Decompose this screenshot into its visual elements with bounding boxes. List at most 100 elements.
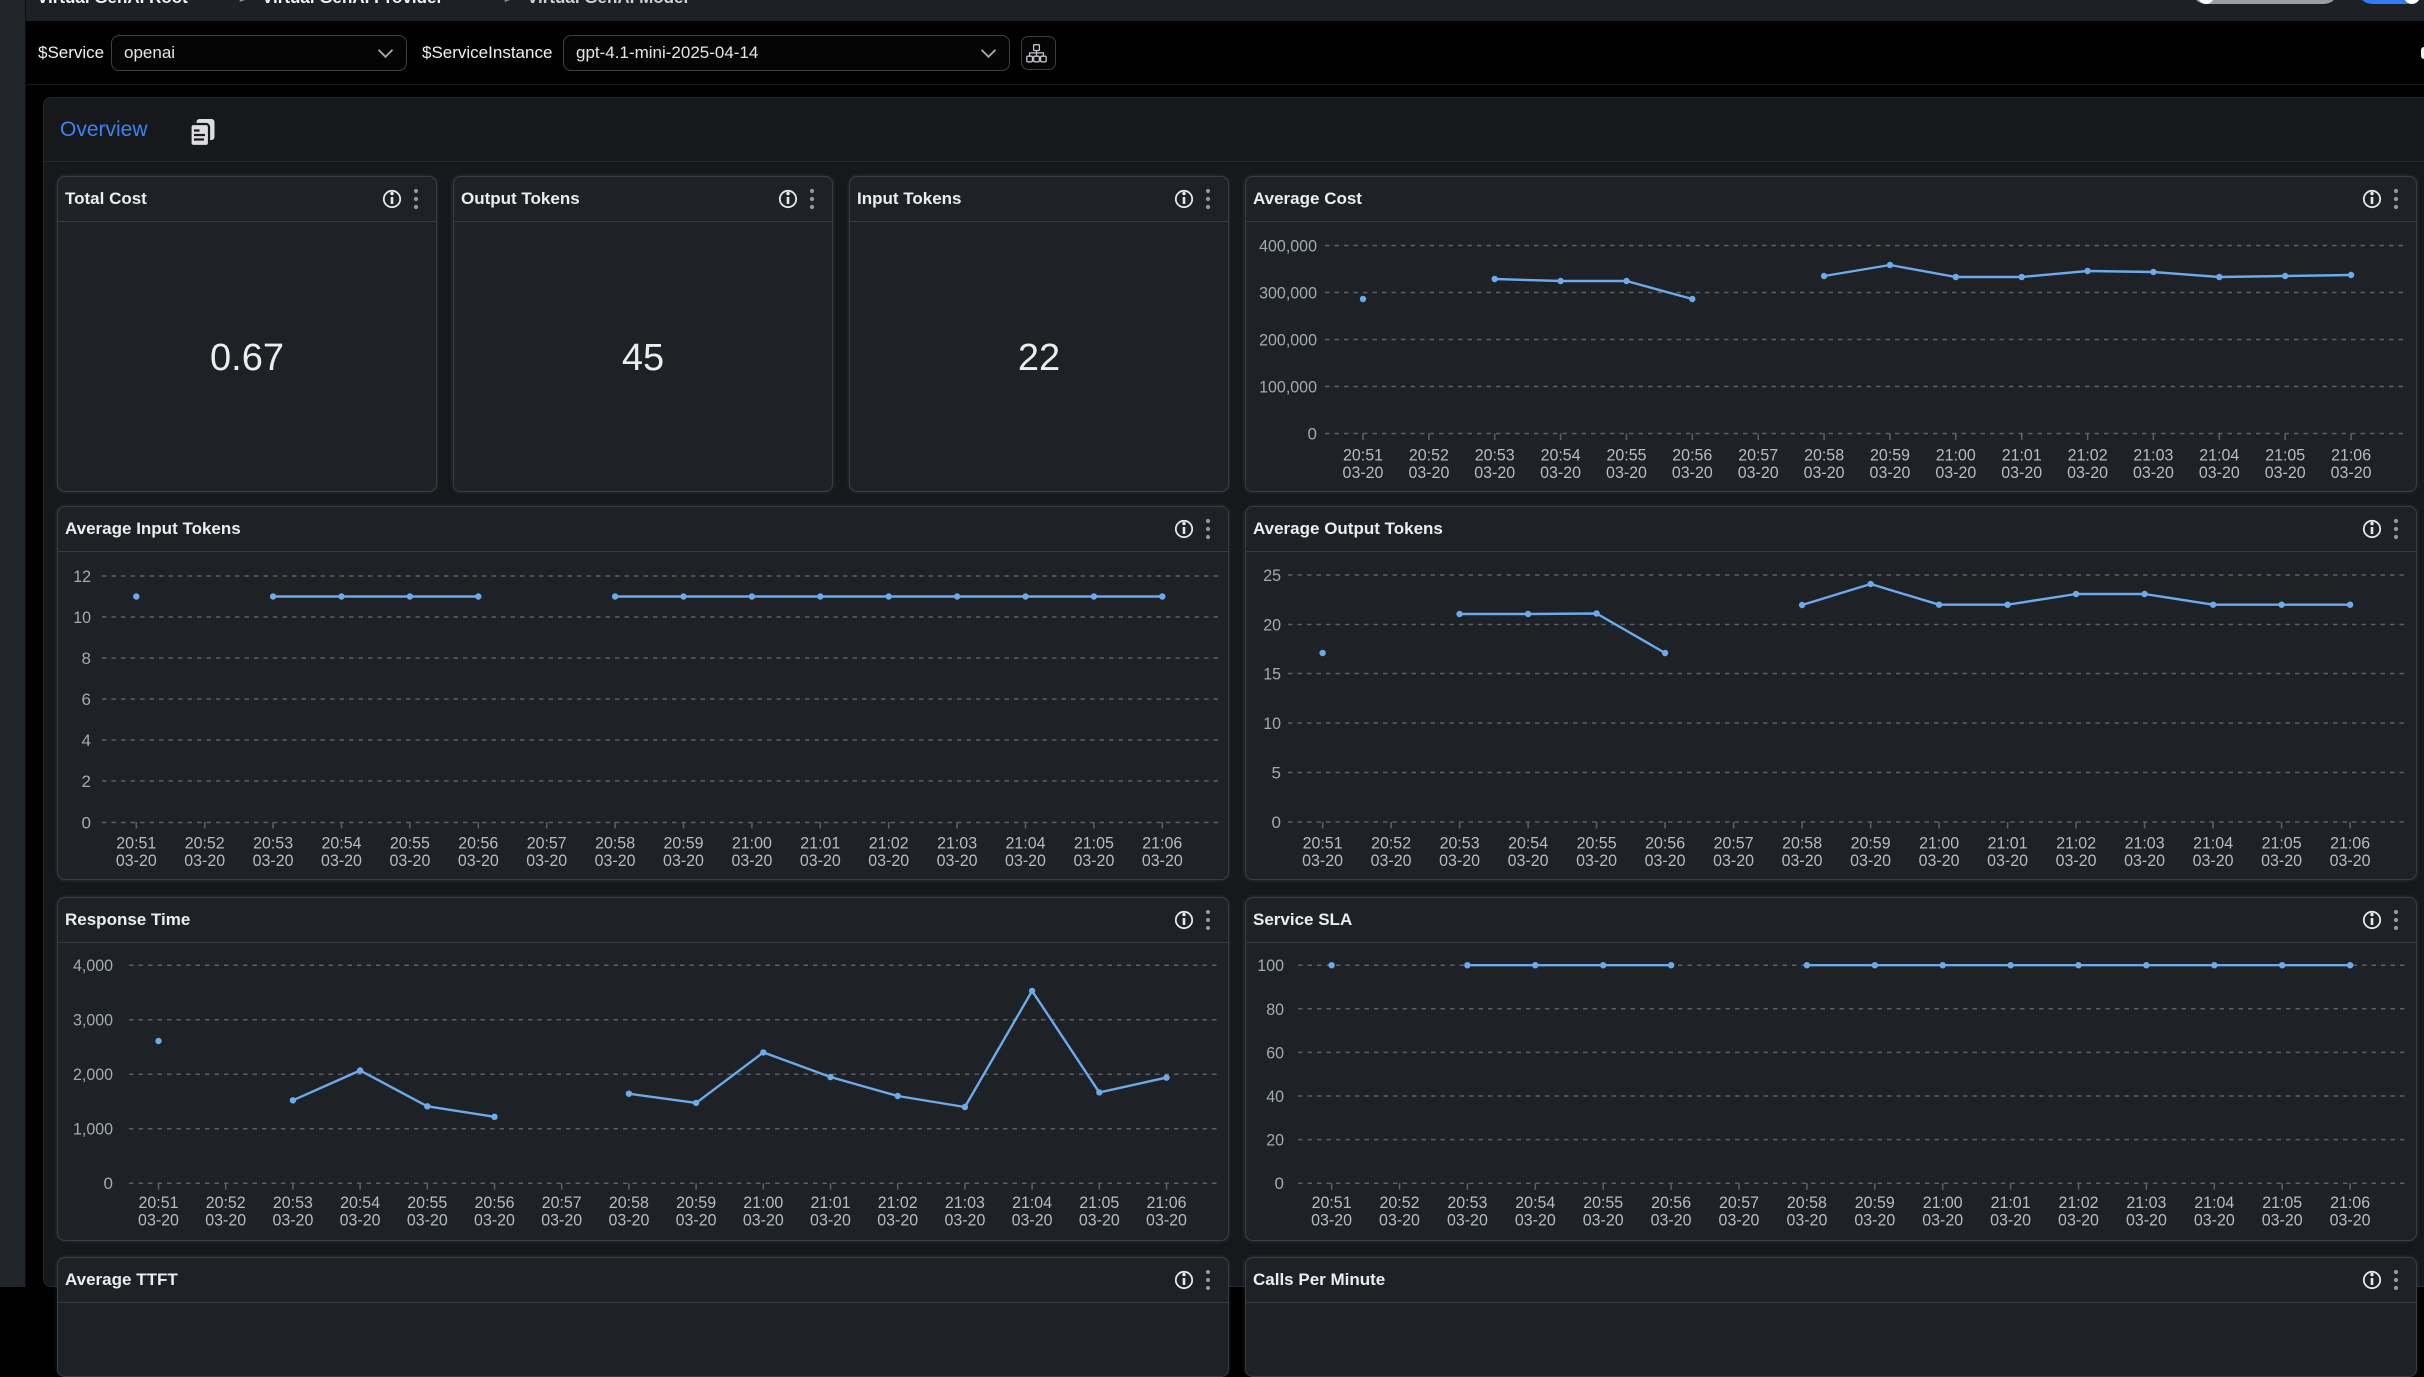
svg-text:03-20: 03-20 <box>2001 463 2042 482</box>
svg-text:03-20: 03-20 <box>1738 463 1779 482</box>
svg-text:21:03: 21:03 <box>937 834 977 853</box>
svg-text:100,000: 100,000 <box>1259 378 1317 397</box>
svg-text:03-20: 03-20 <box>2262 1211 2303 1230</box>
svg-text:21:02: 21:02 <box>2068 446 2108 465</box>
svg-text:20:56: 20:56 <box>1672 446 1712 465</box>
svg-text:03-20: 03-20 <box>1987 851 2028 870</box>
svg-text:21:04: 21:04 <box>2199 446 2239 465</box>
svg-text:21:05: 21:05 <box>2262 834 2302 853</box>
svg-text:60: 60 <box>1266 1043 1284 1062</box>
svg-text:03-20: 03-20 <box>184 851 225 870</box>
svg-text:03-20: 03-20 <box>2193 851 2234 870</box>
svg-text:21:06: 21:06 <box>2330 1193 2370 1212</box>
svg-text:03-20: 03-20 <box>1850 851 1891 870</box>
svg-text:03-20: 03-20 <box>1142 851 1183 870</box>
svg-text:21:00: 21:00 <box>1919 834 1959 853</box>
svg-text:03-20: 03-20 <box>1719 1211 1760 1230</box>
svg-text:03-20: 03-20 <box>1408 463 1449 482</box>
svg-text:20:59: 20:59 <box>1870 446 1910 465</box>
svg-text:20:55: 20:55 <box>1607 446 1647 465</box>
svg-text:400,000: 400,000 <box>1259 237 1317 256</box>
svg-text:20:59: 20:59 <box>1855 1193 1895 1212</box>
svg-text:20:55: 20:55 <box>1583 1193 1623 1212</box>
svg-text:03-20: 03-20 <box>1672 463 1713 482</box>
svg-text:03-20: 03-20 <box>1079 1211 1120 1230</box>
svg-text:03-20: 03-20 <box>1447 1211 1488 1230</box>
svg-text:03-20: 03-20 <box>1804 463 1845 482</box>
svg-text:03-20: 03-20 <box>1343 463 1384 482</box>
svg-text:20:52: 20:52 <box>185 834 225 853</box>
svg-text:100: 100 <box>1257 956 1284 975</box>
svg-text:21:00: 21:00 <box>743 1193 783 1212</box>
svg-text:03-20: 03-20 <box>1379 1211 1420 1230</box>
svg-text:21:01: 21:01 <box>811 1193 851 1212</box>
svg-text:03-20: 03-20 <box>1508 851 1549 870</box>
svg-text:03-20: 03-20 <box>253 851 294 870</box>
svg-text:03-20: 03-20 <box>2067 463 2108 482</box>
svg-text:03-20: 03-20 <box>1645 851 1686 870</box>
svg-text:20: 20 <box>1266 1131 1284 1150</box>
svg-text:03-20: 03-20 <box>272 1211 313 1230</box>
svg-text:03-20: 03-20 <box>1012 1211 1053 1230</box>
svg-text:21:06: 21:06 <box>2330 834 2370 853</box>
svg-text:0: 0 <box>1275 1174 1284 1193</box>
svg-text:03-20: 03-20 <box>608 1211 649 1230</box>
svg-text:03-20: 03-20 <box>541 1211 582 1230</box>
svg-text:03-20: 03-20 <box>1786 1211 1827 1230</box>
svg-text:03-20: 03-20 <box>205 1211 246 1230</box>
svg-text:21:05: 21:05 <box>2265 446 2305 465</box>
svg-text:80: 80 <box>1266 1000 1284 1019</box>
svg-text:21:04: 21:04 <box>2194 1193 2234 1212</box>
svg-text:03-20: 03-20 <box>595 851 636 870</box>
svg-text:21:02: 21:02 <box>2056 834 2096 853</box>
svg-text:03-20: 03-20 <box>2124 851 2165 870</box>
svg-text:03-20: 03-20 <box>2330 851 2371 870</box>
svg-text:20:52: 20:52 <box>1371 834 1411 853</box>
svg-text:20: 20 <box>1263 616 1281 635</box>
svg-text:03-20: 03-20 <box>407 1211 448 1230</box>
svg-text:03-20: 03-20 <box>676 1211 717 1230</box>
svg-text:20:54: 20:54 <box>322 834 362 853</box>
svg-text:12: 12 <box>73 567 91 586</box>
svg-text:03-20: 03-20 <box>944 1211 985 1230</box>
svg-text:20:56: 20:56 <box>475 1193 515 1212</box>
svg-text:03-20: 03-20 <box>1073 851 1114 870</box>
svg-text:300,000: 300,000 <box>1259 284 1317 303</box>
svg-text:21:01: 21:01 <box>1991 1193 2031 1212</box>
svg-text:25: 25 <box>1263 566 1281 585</box>
svg-text:20:51: 20:51 <box>116 834 156 853</box>
svg-text:20:54: 20:54 <box>1541 446 1581 465</box>
svg-text:21:05: 21:05 <box>1079 1193 1119 1212</box>
svg-text:03-20: 03-20 <box>2199 463 2240 482</box>
svg-text:20:51: 20:51 <box>1312 1193 1352 1212</box>
svg-text:03-20: 03-20 <box>1439 851 1480 870</box>
svg-text:1,000: 1,000 <box>73 1120 113 1139</box>
svg-text:03-20: 03-20 <box>458 851 499 870</box>
svg-text:20:53: 20:53 <box>253 834 293 853</box>
svg-text:21:06: 21:06 <box>2331 446 2371 465</box>
svg-text:20:52: 20:52 <box>206 1193 246 1212</box>
svg-text:20:56: 20:56 <box>458 834 498 853</box>
svg-text:10: 10 <box>1263 714 1281 733</box>
svg-text:21:04: 21:04 <box>1012 1193 1052 1212</box>
svg-text:21:05: 21:05 <box>1074 834 1114 853</box>
svg-text:21:05: 21:05 <box>2262 1193 2302 1212</box>
svg-text:15: 15 <box>1263 665 1281 684</box>
svg-text:20:59: 20:59 <box>664 834 704 853</box>
svg-text:20:54: 20:54 <box>340 1193 380 1212</box>
svg-text:2: 2 <box>82 772 91 791</box>
svg-text:03-20: 03-20 <box>1606 463 1647 482</box>
svg-text:03-20: 03-20 <box>2261 851 2302 870</box>
svg-text:03-20: 03-20 <box>1583 1211 1624 1230</box>
svg-text:0: 0 <box>82 814 91 833</box>
svg-text:21:03: 21:03 <box>2126 1193 2166 1212</box>
svg-text:03-20: 03-20 <box>800 851 841 870</box>
svg-text:20:59: 20:59 <box>676 1193 716 1212</box>
svg-text:03-20: 03-20 <box>526 851 567 870</box>
svg-text:20:57: 20:57 <box>1714 834 1754 853</box>
svg-text:03-20: 03-20 <box>1515 1211 1556 1230</box>
svg-text:20:53: 20:53 <box>1475 446 1515 465</box>
svg-text:03-20: 03-20 <box>340 1211 381 1230</box>
svg-text:200,000: 200,000 <box>1259 331 1317 350</box>
svg-text:20:55: 20:55 <box>407 1193 447 1212</box>
